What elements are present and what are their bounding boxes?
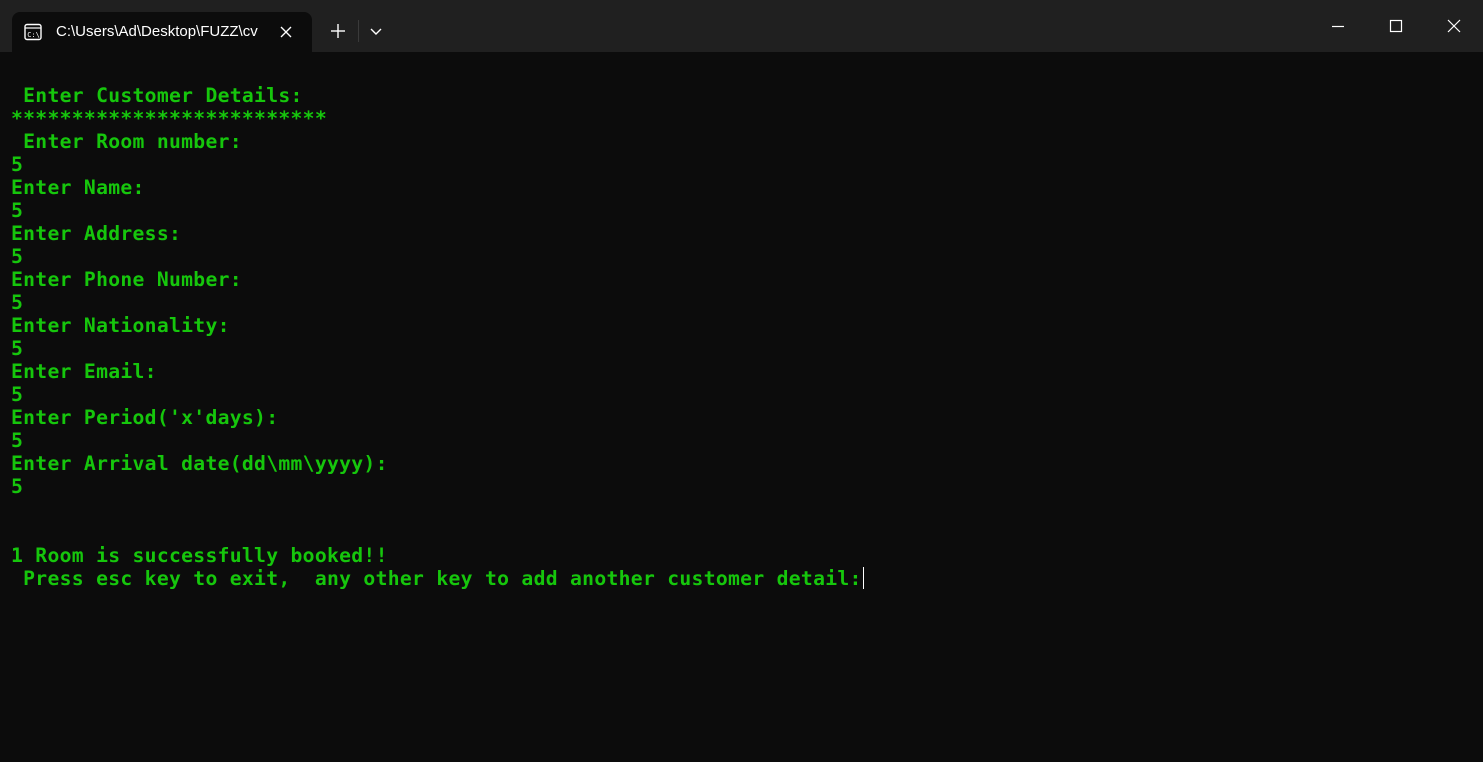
maximize-icon[interactable] [1367, 0, 1425, 52]
console-line: 5 [11, 429, 24, 452]
terminal-window: C:\ C:\Users\Ad\Desktop\FUZZ\cv Enter Cu… [0, 0, 1483, 762]
console-line: Enter Phone Number: [11, 268, 242, 291]
close-icon[interactable] [1425, 0, 1483, 52]
terminal-tab[interactable]: C:\ C:\Users\Ad\Desktop\FUZZ\cv [12, 12, 312, 52]
title-bar: C:\ C:\Users\Ad\Desktop\FUZZ\cv [0, 0, 1483, 52]
console-line: 5 [11, 245, 24, 268]
console-line: 5 [11, 199, 24, 222]
console-line: Enter Nationality: [11, 314, 230, 337]
console-line: 5 [11, 291, 24, 314]
console-line: 5 [11, 475, 24, 498]
console-line: 5 [11, 337, 24, 360]
console-line: Enter Email: [11, 360, 157, 383]
console-line: Enter Arrival date(dd\mm\yyyy): [11, 452, 388, 475]
console-line: Enter Address: [11, 222, 182, 245]
prompt-line: Press esc key to exit, any other key to … [11, 567, 1471, 590]
tab-close-icon[interactable] [276, 22, 296, 42]
minimize-icon[interactable] [1309, 0, 1367, 52]
new-tab-plus-icon[interactable] [322, 16, 354, 44]
console-line: 5 [11, 153, 24, 176]
prompt-text: Press esc key to exit, any other key to … [11, 567, 862, 590]
tab-separator [358, 20, 359, 42]
console-line: Enter Period('x'days): [11, 406, 279, 429]
chevron-down-icon[interactable] [362, 16, 390, 44]
terminal-icon: C:\ [24, 23, 42, 41]
tab-title: C:\Users\Ad\Desktop\FUZZ\cv [56, 23, 258, 40]
console-output[interactable]: Enter Customer Details: ****************… [11, 84, 1471, 684]
console-line: 1 Room is successfully booked!! [11, 544, 388, 567]
svg-text:C:\: C:\ [27, 31, 40, 39]
text-cursor [862, 567, 865, 589]
console-line: Enter Name: [11, 176, 145, 199]
console-line: Enter Customer Details: [11, 84, 303, 107]
console-line: ************************** [11, 107, 327, 130]
console-line: Enter Room number: [11, 130, 242, 153]
console-line: 5 [11, 383, 24, 406]
